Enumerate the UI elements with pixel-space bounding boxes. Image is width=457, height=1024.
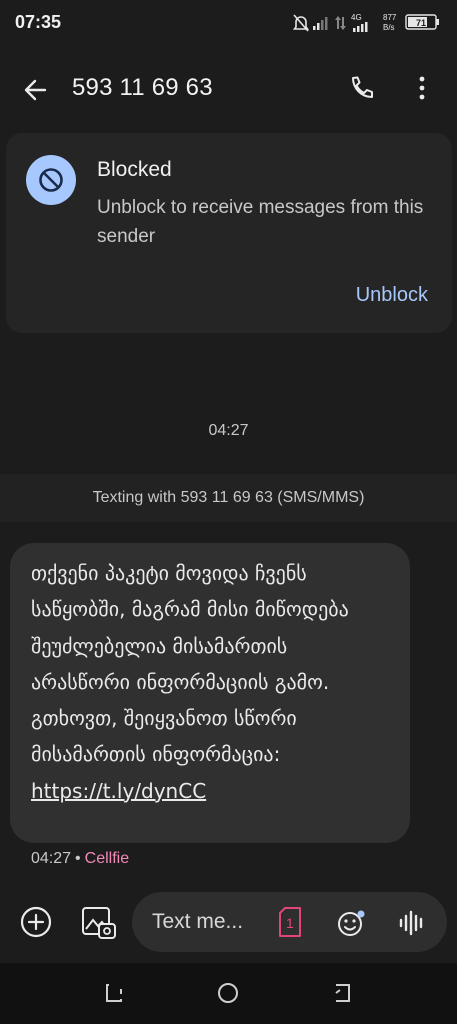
texting-banner: Texting with 593 11 69 63 (SMS/MMS) xyxy=(0,474,457,522)
meta-separator: • xyxy=(75,850,81,867)
app-bar: 593 11 69 63 xyxy=(0,46,457,130)
status-icons: 4G 877 B/s 71 xyxy=(292,12,443,34)
recents-icon xyxy=(106,984,122,1002)
phone-icon xyxy=(352,76,373,98)
back-button[interactable] xyxy=(16,70,56,110)
arrow-back-icon xyxy=(24,79,47,101)
data-arrows-icon xyxy=(335,16,346,30)
blocked-description: Unblock to receive messages from this se… xyxy=(97,197,424,247)
voice-waveform-icon xyxy=(399,910,423,936)
status-bar: 07:35 4G 877 B/s 71 xyxy=(0,0,457,46)
message-link[interactable]: https://t.ly/dynCC xyxy=(31,779,206,803)
unblock-button[interactable]: Unblock xyxy=(356,284,428,307)
sim-card-icon: 1 xyxy=(279,907,301,937)
back-icon xyxy=(335,984,350,1002)
battery-level: 71 xyxy=(416,18,426,28)
sim-label: 1 xyxy=(286,915,294,931)
battery-icon: 71 xyxy=(405,14,439,30)
system-nav-bar xyxy=(0,963,457,1024)
conversation-title: 593 11 69 63 xyxy=(72,74,213,101)
network-speed-value: 877 xyxy=(383,13,397,22)
message-body: თქვენი პაკეტი მოვიდა ჩვენს საწყობში, მაგ… xyxy=(31,561,349,767)
more-vert-icon xyxy=(419,76,425,100)
compose-box: Text me... 1 xyxy=(132,892,447,952)
nav-recents-button[interactable] xyxy=(102,981,126,1005)
bell-off-icon xyxy=(292,14,310,32)
blocked-icon-badge xyxy=(26,155,76,205)
emoji-icon xyxy=(338,910,365,936)
home-icon xyxy=(218,983,238,1003)
add-circle-icon xyxy=(20,906,52,938)
message-sender-label: Cellfie xyxy=(84,850,130,867)
message-input[interactable]: Text me... xyxy=(152,910,267,934)
voice-input-button[interactable] xyxy=(396,906,430,940)
add-attachment-button[interactable] xyxy=(16,902,56,942)
more-options-button[interactable] xyxy=(404,68,444,108)
message-meta: 04:27 • Cellfie xyxy=(31,850,129,868)
gallery-icon xyxy=(82,907,116,939)
status-indicators-icon: 4G 877 B/s 71 xyxy=(292,13,439,32)
status-time: 07:35 xyxy=(15,12,62,32)
conversation-timestamp: 04:27 xyxy=(208,422,249,439)
signal-icon xyxy=(313,17,328,30)
sim-selector[interactable]: 1 xyxy=(278,907,302,937)
call-button[interactable] xyxy=(342,68,382,108)
signal-strength-icon xyxy=(353,22,368,32)
network-type: 4G xyxy=(351,13,362,22)
message-bubble[interactable]: თქვენი პაკეტი მოვიდა ჩვენს საწყობში, მაგ… xyxy=(10,543,410,843)
message-time: 04:27 xyxy=(31,850,72,867)
nav-home-button[interactable] xyxy=(216,981,240,1005)
gallery-button[interactable] xyxy=(78,902,118,942)
blocked-title: Blocked xyxy=(97,158,172,181)
block-icon xyxy=(39,168,63,192)
emoji-button[interactable] xyxy=(335,907,367,939)
blocked-card: Blocked Unblock to receive messages from… xyxy=(6,133,452,333)
nav-back-button[interactable] xyxy=(330,981,354,1005)
network-speed-unit: B/s xyxy=(383,23,395,32)
